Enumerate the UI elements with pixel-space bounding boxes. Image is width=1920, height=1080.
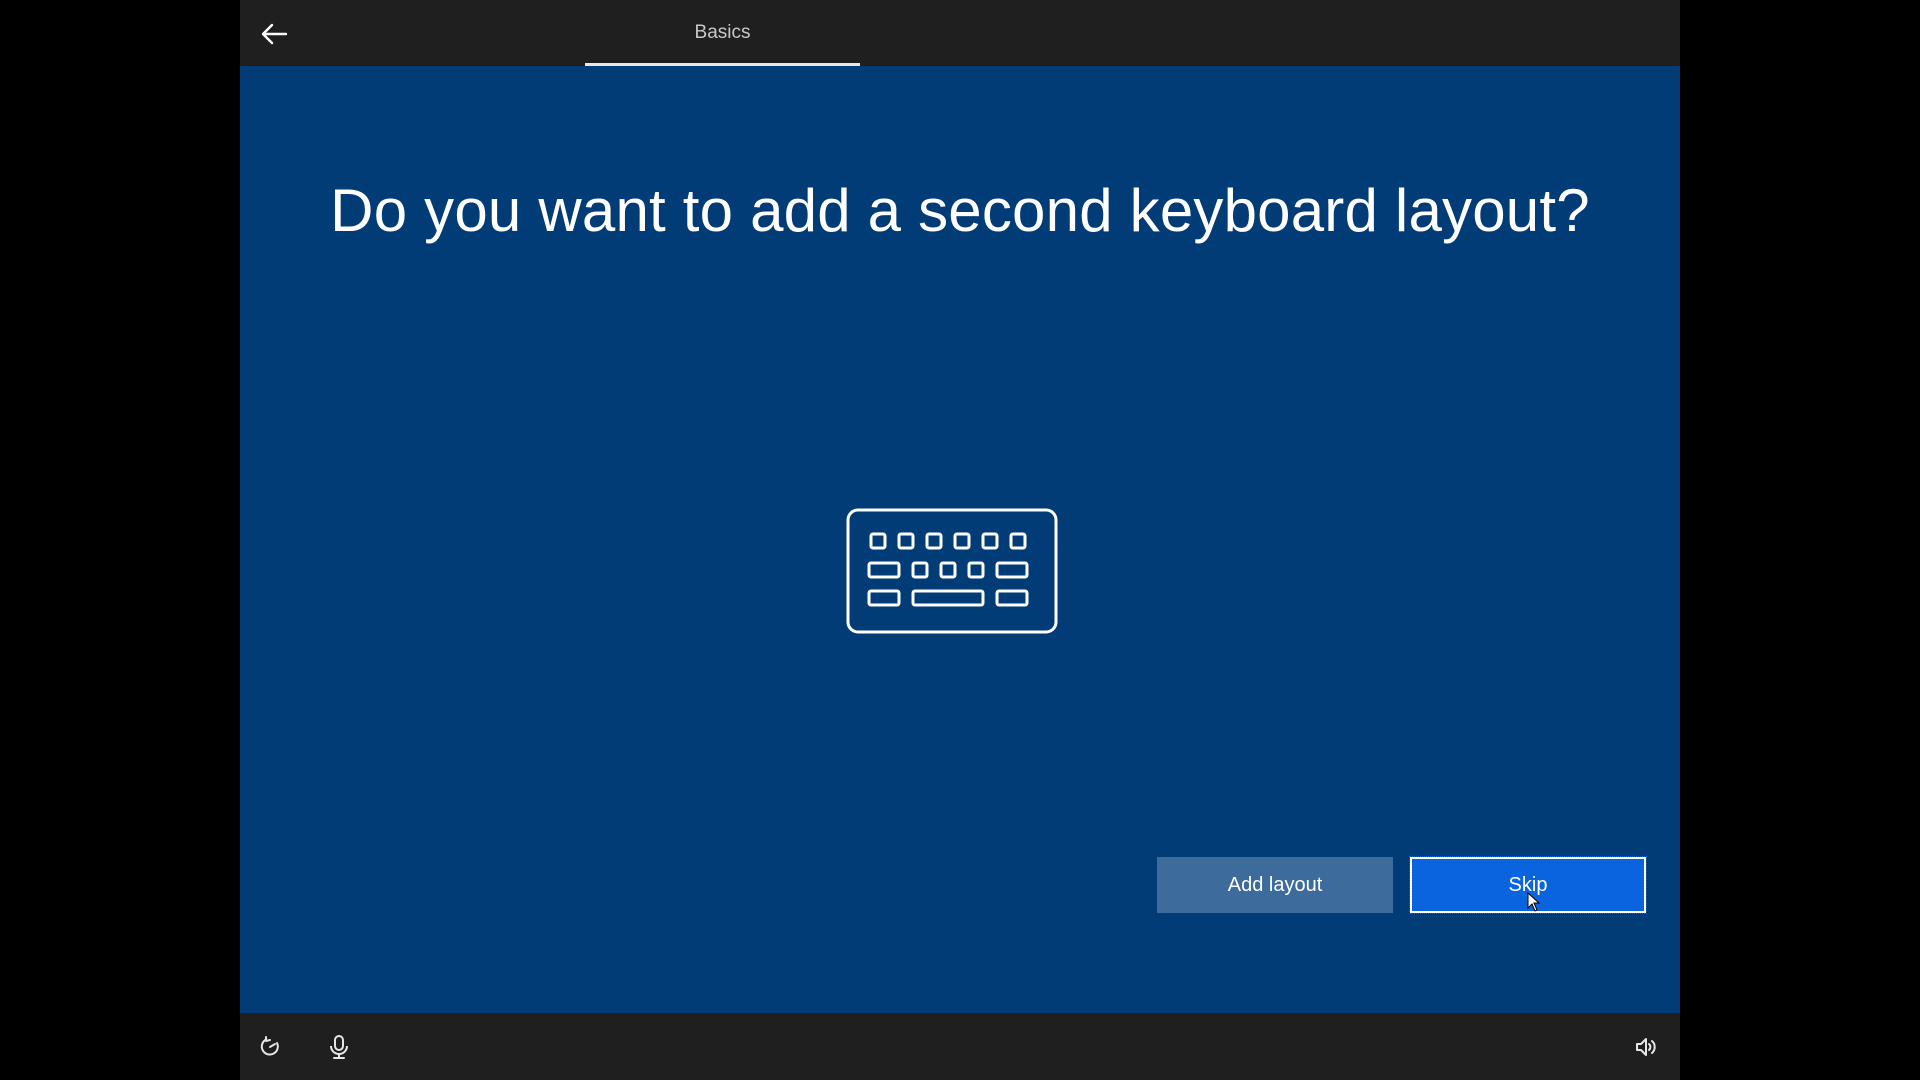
microphone-icon — [330, 1035, 348, 1059]
mouse-cursor-icon — [1527, 892, 1541, 912]
volume-button[interactable] — [1630, 1031, 1662, 1063]
ease-of-access-button[interactable] — [254, 1031, 286, 1063]
ease-of-access-icon — [260, 1036, 279, 1056]
microphone-button[interactable] — [323, 1031, 355, 1063]
oobe-window: Basics Do you want to add a second keybo… — [240, 0, 1680, 1080]
tab-basics: Basics — [585, 0, 860, 66]
page-title: Do you want to add a second keyboard lay… — [330, 177, 1590, 244]
top-bar: Basics — [240, 0, 1680, 66]
add-layout-button[interactable]: Add layout — [1157, 857, 1393, 913]
volume-icon — [1636, 1038, 1656, 1056]
back-button[interactable] — [254, 14, 294, 54]
keyboard-icon — [846, 508, 1058, 634]
back-arrow-icon — [261, 23, 288, 45]
tab-label: Basics — [694, 22, 751, 43]
bottom-bar — [240, 1013, 1680, 1080]
